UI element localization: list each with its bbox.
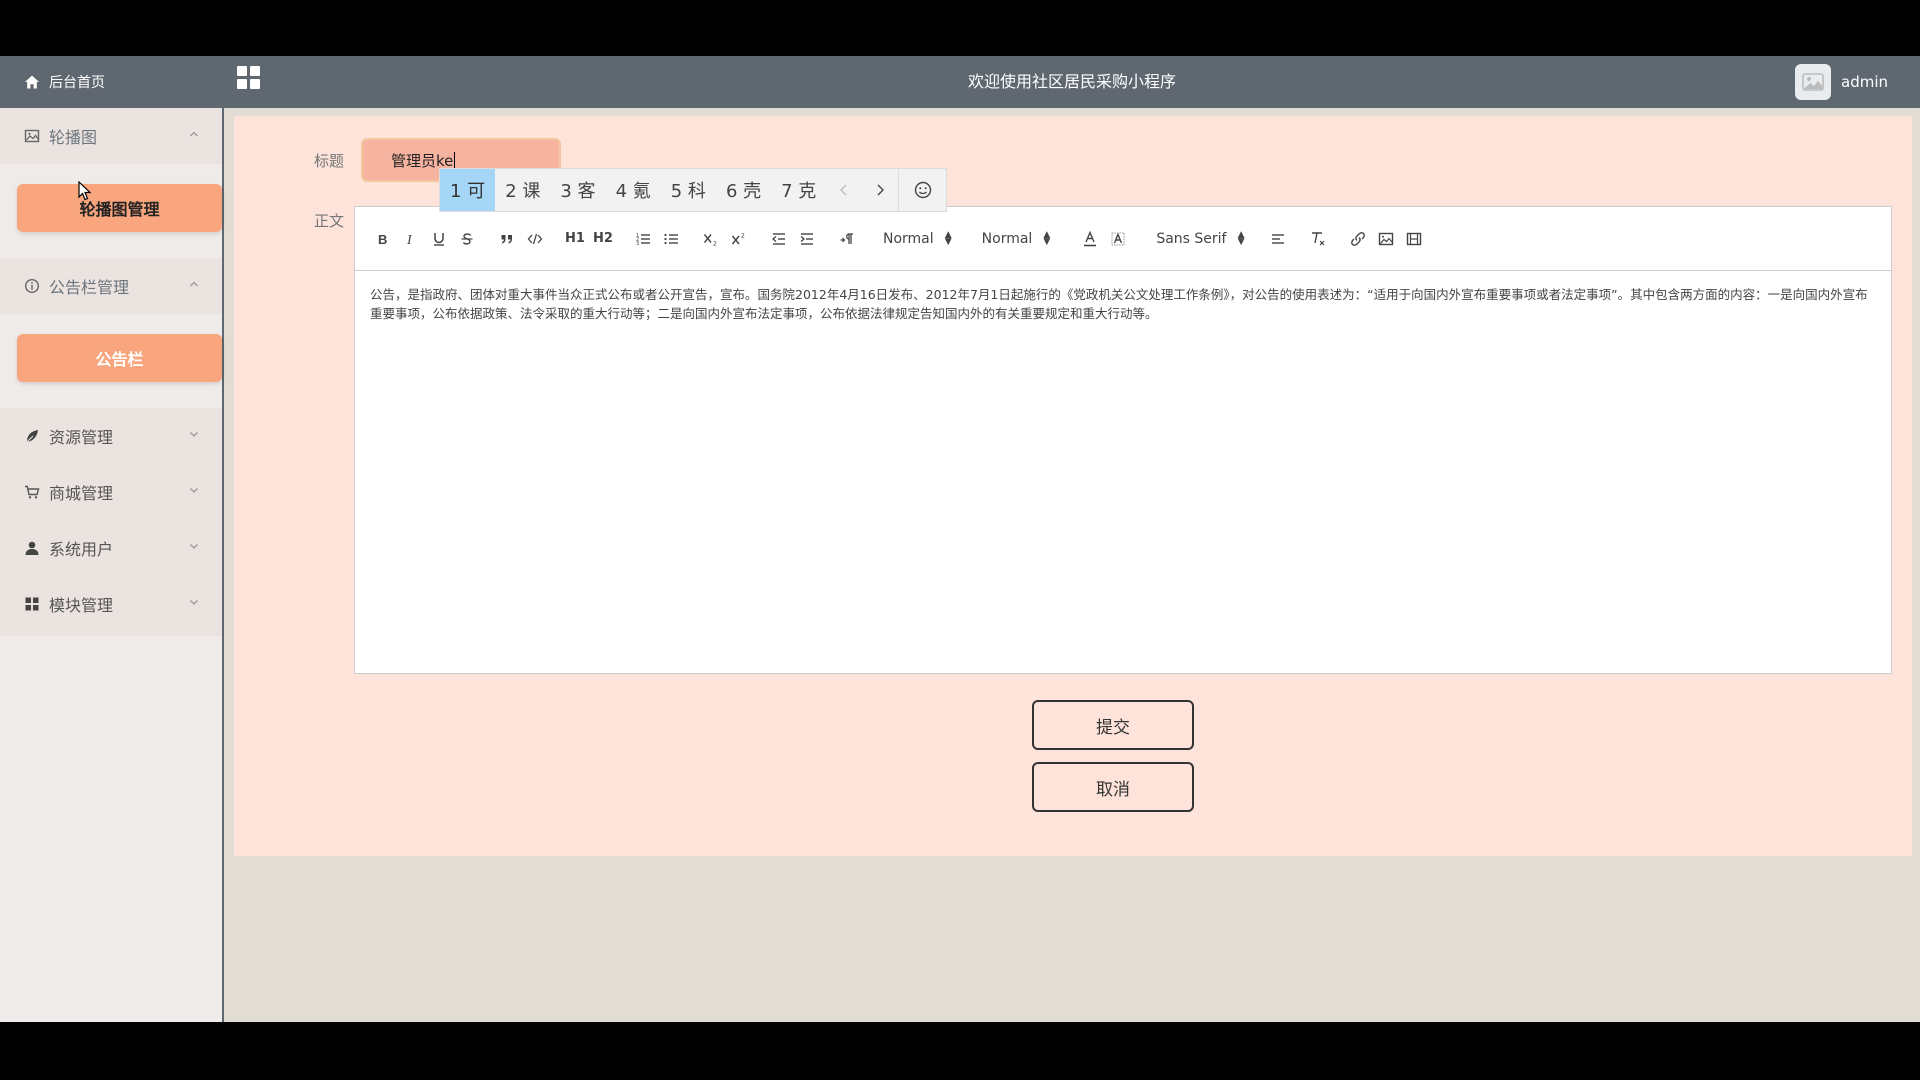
sidebar-item-label: 模块管理 bbox=[49, 596, 114, 615]
blockquote-button[interactable] bbox=[493, 227, 521, 251]
editor-toolbar: B I H1 H2 123 2 2 Normal ▲ ▼ Normal ▲ ▼ … bbox=[355, 207, 1891, 271]
ime-candidate[interactable]: 1 可 bbox=[440, 169, 496, 211]
edit-form: 标题 管理员ke 正文 B I H1 H2 123 2 2 Normal ▲ ▼… bbox=[234, 116, 1912, 856]
indent-button[interactable] bbox=[793, 227, 821, 251]
font-picker[interactable]: Sans Serif ▲ ▼ bbox=[1156, 229, 1245, 247]
bold-button[interactable]: B bbox=[369, 227, 397, 251]
ime-candidate[interactable]: 2 课 bbox=[495, 169, 550, 211]
image-icon bbox=[24, 128, 40, 144]
sidebar-item-notice-manage[interactable]: 公告栏管理 bbox=[0, 258, 222, 314]
header-1-button[interactable]: H1 bbox=[561, 227, 589, 251]
chevron-down-icon bbox=[190, 544, 198, 549]
app-title: 欢迎使用社区居民采购小程序 bbox=[967, 72, 1176, 91]
submenu-item-carousel-manage[interactable]: 轮播图管理 bbox=[17, 184, 222, 232]
chevron-left-icon[interactable] bbox=[826, 169, 862, 211]
submenu-notice: 公告栏 bbox=[0, 314, 222, 404]
svg-text:I: I bbox=[406, 233, 413, 246]
sidebar-item-resources[interactable]: 资源管理 bbox=[0, 408, 222, 464]
sidebar-group-carousel: 轮播图 轮播图管理 bbox=[0, 108, 222, 254]
leaf-icon bbox=[24, 428, 40, 444]
sidebar-item-mall[interactable]: 商城管理 bbox=[0, 464, 222, 520]
picker-arrows-icon: ▲ ▼ bbox=[1043, 229, 1051, 247]
sidebar-item-label: 资源管理 bbox=[49, 428, 114, 447]
grid-icon bbox=[24, 596, 40, 612]
background-color-button[interactable] bbox=[1104, 227, 1132, 251]
cancel-button[interactable]: 取消 bbox=[1032, 762, 1194, 812]
sidebar-collapsed-items: 资源管理 商城管理 系统用户 模块管理 bbox=[0, 408, 222, 636]
svg-text:3: 3 bbox=[636, 241, 639, 246]
top-header: 后台首页 欢迎使用社区居民采购小程序 admin bbox=[0, 56, 1920, 108]
sidebar: 轮播图 轮播图管理 公告栏管理 公告栏 资源管理 商城管理 系统用户 模块管理 bbox=[0, 108, 224, 1022]
submenu-item-notice-board[interactable]: 公告栏 bbox=[17, 334, 222, 382]
sidebar-item-carousel[interactable]: 轮播图 bbox=[0, 108, 222, 164]
body-label: 正文 bbox=[314, 212, 345, 230]
text-caret bbox=[454, 152, 456, 168]
ime-candidate[interactable]: 7 克 bbox=[771, 169, 826, 211]
chevron-right-icon[interactable] bbox=[862, 169, 898, 211]
size-picker[interactable]: Normal ▲ ▼ bbox=[982, 229, 1051, 247]
ordered-list-button[interactable]: 123 bbox=[629, 227, 657, 251]
strikethrough-button[interactable] bbox=[453, 227, 481, 251]
picker-arrows-icon: ▲ ▼ bbox=[944, 229, 952, 247]
image-insert-button[interactable] bbox=[1372, 227, 1400, 251]
sidebar-item-label: 轮播图 bbox=[49, 128, 98, 147]
app-window: 后台首页 欢迎使用社区居民采购小程序 admin 轮播图 轮播图管理 公告栏管理… bbox=[0, 56, 1920, 1022]
mouse-cursor-icon bbox=[78, 181, 92, 201]
smiley-icon[interactable] bbox=[898, 169, 946, 211]
cart-icon bbox=[24, 484, 40, 500]
chevron-up-icon bbox=[190, 281, 198, 287]
outdent-button[interactable] bbox=[765, 227, 793, 251]
header-2-button[interactable]: H2 bbox=[589, 227, 617, 251]
chevron-down-icon bbox=[190, 432, 198, 437]
video-insert-button[interactable] bbox=[1400, 227, 1428, 251]
chevron-down-icon bbox=[190, 600, 198, 605]
subscript-button[interactable]: 2 bbox=[697, 227, 725, 251]
sidebar-group-notice: 公告栏管理 公告栏 bbox=[0, 258, 222, 404]
code-block-button[interactable] bbox=[521, 227, 549, 251]
ime-candidate-bar: 1 可 2 课 3 客 4 氪 5 科 6 壳 7 克 bbox=[439, 168, 948, 212]
title-label: 标题 bbox=[314, 152, 345, 170]
submenu-carousel: 轮播图管理 bbox=[0, 164, 222, 254]
align-button[interactable] bbox=[1264, 227, 1292, 251]
italic-button[interactable]: I bbox=[397, 227, 425, 251]
ime-candidate[interactable]: 4 氪 bbox=[606, 169, 661, 211]
sidebar-item-label: 系统用户 bbox=[49, 540, 114, 559]
underline-button[interactable] bbox=[425, 227, 453, 251]
clear-format-button[interactable] bbox=[1304, 227, 1332, 251]
header-picker[interactable]: Normal ▲ ▼ bbox=[883, 229, 952, 247]
text-direction-button[interactable] bbox=[833, 227, 861, 251]
sidebar-item-modules[interactable]: 模块管理 bbox=[0, 576, 222, 632]
rich-text-editor: B I H1 H2 123 2 2 Normal ▲ ▼ Normal ▲ ▼ … bbox=[354, 206, 1892, 674]
svg-text:2: 2 bbox=[713, 240, 717, 246]
svg-text:2: 2 bbox=[741, 232, 745, 239]
sidebar-item-system-users[interactable]: 系统用户 bbox=[0, 520, 222, 576]
svg-text:B: B bbox=[378, 232, 387, 246]
info-circle-icon bbox=[24, 278, 40, 294]
avatar-image-icon[interactable] bbox=[1795, 64, 1831, 100]
editor-content[interactable]: 公告，是指政府、团体对重大事件当众正式公布或者公开宣告，宣布。国务院2012年4… bbox=[355, 271, 1891, 323]
link-button[interactable] bbox=[1344, 227, 1372, 251]
superscript-button[interactable]: 2 bbox=[725, 227, 753, 251]
picker-arrows-icon: ▲ ▼ bbox=[1237, 229, 1245, 247]
sidebar-item-label: 公告栏管理 bbox=[49, 278, 130, 297]
username: admin bbox=[1841, 73, 1888, 91]
submit-button[interactable]: 提交 bbox=[1032, 700, 1194, 750]
sidebar-item-label: 商城管理 bbox=[49, 484, 114, 503]
bullet-list-button[interactable] bbox=[657, 227, 685, 251]
ime-candidate[interactable]: 5 科 bbox=[661, 169, 716, 211]
ime-candidate[interactable]: 6 壳 bbox=[716, 169, 771, 211]
text-color-button[interactable] bbox=[1076, 227, 1104, 251]
chevron-down-icon bbox=[190, 488, 198, 493]
chevron-up-icon bbox=[190, 131, 198, 137]
ime-candidate[interactable]: 3 客 bbox=[550, 169, 605, 211]
user-icon bbox=[24, 540, 40, 556]
user-menu[interactable]: admin bbox=[1795, 62, 1888, 102]
